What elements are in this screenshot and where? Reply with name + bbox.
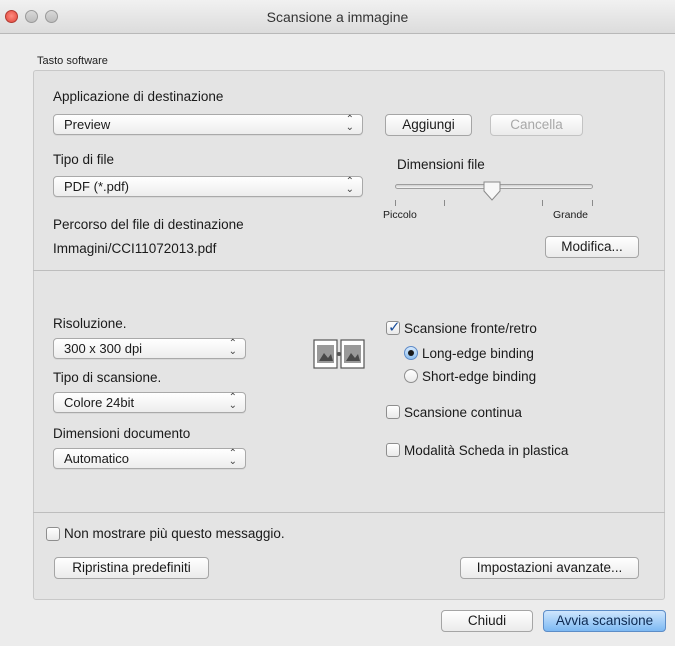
delete-button[interactable]: Cancella (490, 114, 583, 136)
start-scan-button[interactable]: Avvia scansione (543, 610, 666, 632)
destination-app-value: Preview (64, 117, 111, 132)
destination-app-label: Applicazione di destinazione (53, 89, 224, 104)
dont-show-again-checkbox[interactable] (46, 527, 60, 541)
continuous-scan-checkbox[interactable] (386, 405, 400, 419)
close-button[interactable]: Chiudi (441, 610, 533, 632)
file-size-min-label: Piccolo (383, 209, 417, 221)
modify-button[interactable]: Modifica... (545, 236, 639, 258)
resolution-label: Risoluzione. (53, 316, 127, 331)
scan-type-value: Colore 24bit (64, 395, 135, 410)
slider-tick (444, 200, 445, 206)
divider (33, 270, 665, 271)
short-edge-label: Short-edge binding (422, 369, 537, 384)
title-bar: Scansione a immagine (0, 0, 675, 34)
duplex-checkbox[interactable]: ✓ (386, 319, 401, 336)
scan-type-popup[interactable]: Colore 24bit ⌃ ⌄ (53, 392, 246, 413)
file-size-slider-thumb[interactable] (482, 180, 502, 202)
window-title: Scansione a immagine (266, 9, 409, 25)
continuous-scan-label: Scansione continua (404, 405, 522, 420)
popup-arrows-icon: ⌃ ⌄ (345, 176, 354, 195)
slider-tick (395, 200, 396, 206)
popup-arrows-icon: ⌃ ⌄ (228, 392, 237, 411)
destination-path-label: Percorso del file di destinazione (53, 217, 244, 232)
destination-path-value: Immagini/CCI11072013.pdf (53, 241, 217, 256)
long-edge-radio[interactable] (404, 346, 418, 360)
file-type-popup[interactable]: PDF (*.pdf) ⌃ ⌄ (53, 176, 363, 197)
radio-selected-dot (408, 350, 414, 356)
document-size-label: Dimensioni documento (53, 426, 191, 441)
dont-show-again-label: Non mostrare più questo messaggio. (64, 526, 285, 541)
file-type-value: PDF (*.pdf) (64, 179, 130, 194)
advanced-settings-button[interactable]: Impostazioni avanzate... (460, 557, 639, 579)
plastic-card-checkbox[interactable] (386, 443, 400, 457)
destination-app-popup[interactable]: Preview ⌃ ⌄ (53, 114, 363, 135)
short-edge-radio[interactable] (404, 369, 418, 383)
duplex-pages-icon (313, 339, 365, 369)
group-label: Tasto software (37, 55, 108, 67)
resolution-value: 300 x 300 dpi (64, 341, 143, 356)
scan-to-image-dialog: Scansione a immagine Tasto software Appl… (0, 0, 675, 646)
add-button[interactable]: Aggiungi (385, 114, 472, 136)
document-size-popup[interactable]: Automatico ⌃ ⌄ (53, 448, 246, 469)
popup-arrows-icon: ⌃ ⌄ (228, 448, 237, 467)
divider (33, 512, 665, 513)
scan-type-label: Tipo di scansione. (53, 370, 162, 385)
check-icon: ✓ (388, 319, 401, 336)
plastic-card-label: Modalità Scheda in plastica (404, 443, 569, 458)
file-type-label: Tipo di file (53, 152, 115, 167)
slider-tick (542, 200, 543, 206)
restore-defaults-button[interactable]: Ripristina predefiniti (54, 557, 209, 579)
settings-group-box (33, 70, 665, 600)
popup-arrows-icon: ⌃ ⌄ (228, 338, 237, 357)
slider-tick (592, 200, 593, 206)
file-size-max-label: Grande (553, 209, 589, 221)
file-size-label: Dimensioni file (397, 157, 485, 172)
long-edge-label: Long-edge binding (422, 346, 534, 361)
popup-arrows-icon: ⌃ ⌄ (345, 114, 354, 133)
duplex-label: Scansione fronte/retro (404, 321, 537, 336)
resolution-popup[interactable]: 300 x 300 dpi ⌃ ⌄ (53, 338, 246, 359)
document-size-value: Automatico (64, 451, 130, 466)
